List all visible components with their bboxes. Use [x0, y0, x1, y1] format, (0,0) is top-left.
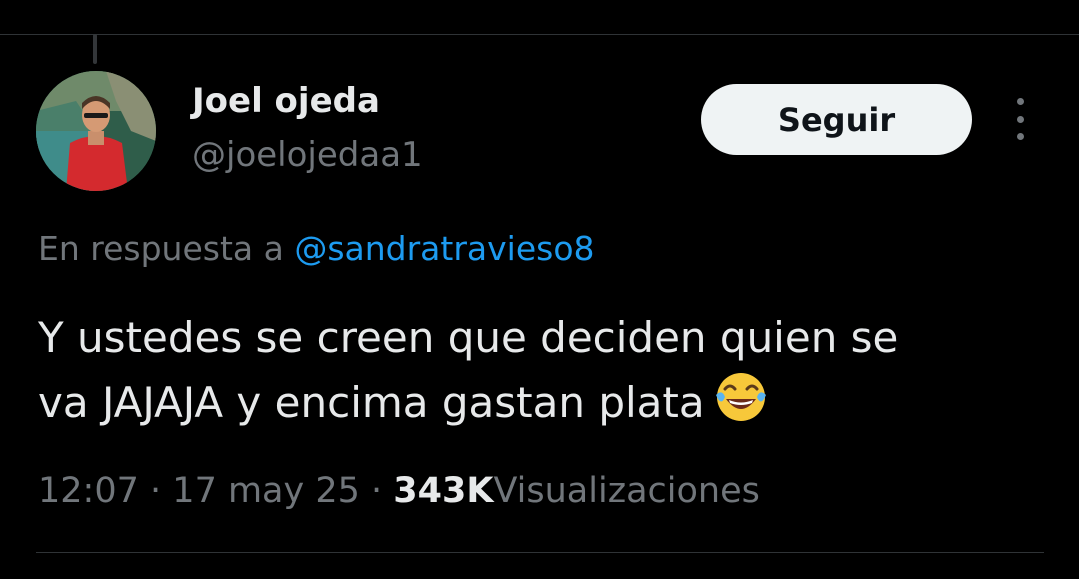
- meta-separator: ·: [371, 471, 383, 511]
- avatar[interactable]: [36, 71, 156, 191]
- tweet-time[interactable]: 12:07: [38, 471, 139, 511]
- reply-prefix: En respuesta a: [38, 229, 284, 268]
- top-divider: [0, 34, 1079, 35]
- author-handle[interactable]: @joelojedaa1: [192, 132, 423, 178]
- thread-connector-line: [93, 34, 97, 64]
- tweet-text-line-1: Y ustedes se creen que deciden quien se: [38, 313, 899, 362]
- views-label: Visualizaciones: [493, 471, 760, 511]
- avatar-photo: [36, 71, 156, 191]
- bottom-divider: [36, 552, 1044, 553]
- reply-mention-link[interactable]: @sandratravieso8: [294, 229, 594, 268]
- tweet-text: Y ustedes se creen que deciden quien se …: [38, 306, 1058, 434]
- author-display-name[interactable]: Joel ojeda: [192, 78, 380, 124]
- tweet-text-line-2-wrap: va JAJAJA y encima gastan plata: [38, 369, 1058, 434]
- tears-of-joy-emoji-icon: [715, 373, 766, 421]
- tweet-meta: 12:07 · 17 may 25 · 343KVisualizaciones: [38, 466, 760, 516]
- follow-button[interactable]: Seguir: [701, 84, 972, 155]
- meta-separator: ·: [150, 471, 162, 511]
- reply-context: En respuesta a @sandratravieso8: [38, 224, 595, 274]
- tweet-date[interactable]: 17 may 25: [172, 471, 360, 511]
- views-count[interactable]: 343K: [393, 471, 493, 511]
- more-options-icon[interactable]: [1004, 98, 1036, 140]
- tweet-text-line-2: va JAJAJA y encima gastan plata: [38, 378, 705, 427]
